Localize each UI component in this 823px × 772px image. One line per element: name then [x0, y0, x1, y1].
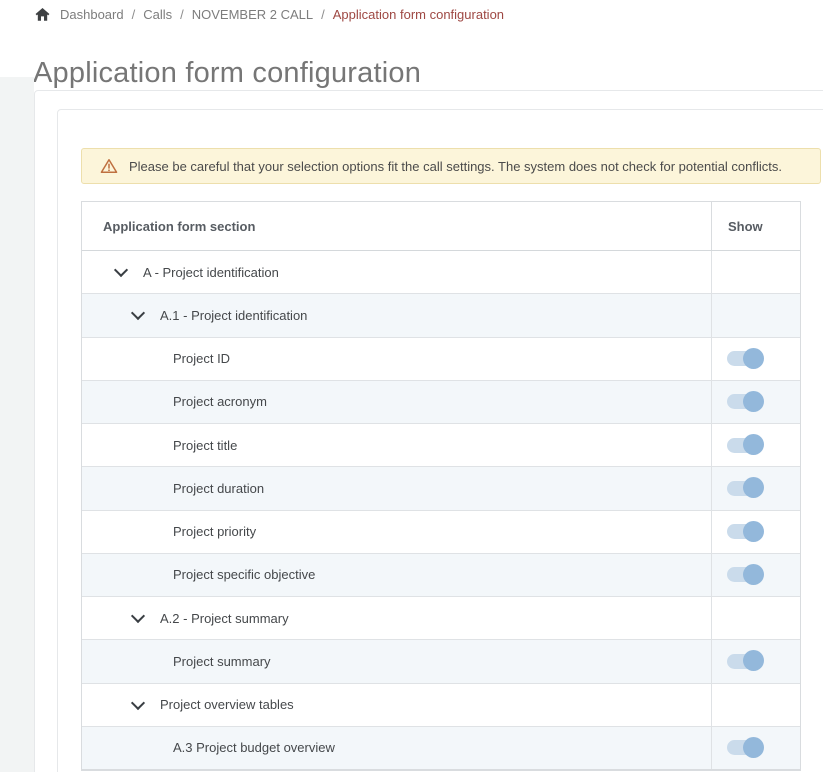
toggle-knob — [743, 348, 764, 369]
row-show-cell — [711, 554, 800, 596]
page-title: Application form configuration — [33, 57, 421, 90]
row-show-cell — [711, 597, 800, 639]
row-label: A.3 Project budget overview — [173, 740, 335, 755]
row-show-cell — [711, 467, 800, 509]
chevron-down-icon[interactable] — [131, 698, 144, 711]
breadcrumb-separator: / — [180, 7, 184, 22]
show-toggle[interactable] — [727, 524, 760, 539]
row-label: A.2 - Project summary — [160, 611, 289, 626]
row-label: Project ID — [173, 351, 230, 366]
row-section-cell: A.1 - Project identification — [82, 294, 711, 336]
row-section-cell: Project priority — [82, 511, 711, 553]
table-row[interactable]: A.2 - Project summary — [82, 597, 800, 640]
page: Dashboard / Calls / NOVEMBER 2 CALL / Applicat… — [0, 0, 823, 772]
show-toggle[interactable] — [727, 740, 760, 755]
row-section-cell: Project duration — [82, 467, 711, 509]
column-header-show: Show — [711, 202, 800, 250]
row-label: Project title — [173, 438, 237, 453]
row-show-cell — [711, 727, 800, 769]
breadcrumb-item[interactable]: Dashboard — [60, 7, 124, 22]
row-show-cell — [711, 294, 800, 336]
table-row: Project summary — [82, 640, 800, 683]
row-label: Project specific objective — [173, 567, 315, 582]
table-row[interactable]: Project overview tables — [82, 684, 800, 727]
home-icon[interactable] — [35, 7, 50, 22]
form-config-panel: Please be careful that your selection op… — [57, 109, 823, 772]
row-section-cell: Project title — [82, 424, 711, 466]
chevron-down-icon[interactable] — [131, 612, 144, 625]
show-toggle[interactable] — [727, 654, 760, 669]
toggle-knob — [743, 650, 764, 671]
row-section-cell: A - Project identification — [82, 251, 711, 293]
toggle-knob — [743, 477, 764, 498]
content-card: Please be careful that your selection op… — [34, 90, 823, 772]
table-row: Project acronym — [82, 381, 800, 424]
row-section-cell: Project acronym — [82, 381, 711, 423]
show-toggle[interactable] — [727, 567, 760, 582]
row-section-cell: A.2 - Project summary — [82, 597, 711, 639]
row-show-cell — [711, 684, 800, 726]
show-toggle[interactable] — [727, 438, 760, 453]
toggle-knob — [743, 391, 764, 412]
row-show-cell — [711, 424, 800, 466]
toggle-knob — [743, 737, 764, 758]
breadcrumb-items: Dashboard / Calls / NOVEMBER 2 CALL / Applicat… — [60, 7, 504, 22]
breadcrumb-item[interactable]: NOVEMBER 2 CALL — [192, 7, 313, 22]
show-toggle[interactable] — [727, 481, 760, 496]
warning-alert-text: Please be careful that your selection op… — [129, 159, 782, 174]
table-row: Project title — [82, 424, 800, 467]
row-show-cell — [711, 640, 800, 682]
toggle-knob — [743, 434, 764, 455]
left-rail — [0, 77, 34, 772]
row-section-cell: Project overview tables — [82, 684, 711, 726]
row-show-cell — [711, 511, 800, 553]
row-label: Project overview tables — [160, 697, 294, 712]
chevron-down-icon[interactable] — [114, 266, 127, 279]
row-section-cell: Project specific objective — [82, 554, 711, 596]
show-toggle[interactable] — [727, 351, 760, 366]
table-row: Project specific objective — [82, 554, 800, 597]
chevron-down-icon[interactable] — [131, 309, 144, 322]
table-row: Project ID — [82, 338, 800, 381]
breadcrumb-separator: / — [132, 7, 136, 22]
row-label: Project summary — [173, 654, 271, 669]
row-section-cell: Project ID — [82, 338, 711, 380]
warning-triangle-icon — [100, 158, 118, 174]
table-row: Project priority — [82, 511, 800, 554]
row-section-cell: A.3 Project budget overview — [82, 727, 711, 769]
breadcrumb-separator: / — [321, 7, 325, 22]
row-label: Project priority — [173, 524, 256, 539]
row-label: Project acronym — [173, 394, 267, 409]
table-body: A - Project identification A.1 - Project… — [82, 251, 800, 770]
table-row: A.3 Project budget overview — [82, 727, 800, 770]
row-show-cell — [711, 338, 800, 380]
row-show-cell — [711, 251, 800, 293]
row-label: A - Project identification — [143, 265, 279, 280]
show-toggle[interactable] — [727, 394, 760, 409]
row-show-cell — [711, 381, 800, 423]
breadcrumb-item: Application form configuration — [333, 7, 504, 22]
table-header-row: Application form section Show — [82, 202, 800, 251]
table-row: Project duration — [82, 467, 800, 510]
warning-alert: Please be careful that your selection op… — [81, 148, 821, 184]
toggle-knob — [743, 564, 764, 585]
row-label: Project duration — [173, 481, 264, 496]
row-section-cell: Project summary — [82, 640, 711, 682]
toggle-knob — [743, 521, 764, 542]
table-row[interactable]: A - Project identification — [82, 251, 800, 294]
application-form-table: Application form section Show A - Projec… — [81, 201, 801, 771]
column-header-section: Application form section — [82, 202, 711, 250]
row-label: A.1 - Project identification — [160, 308, 307, 323]
table-row[interactable]: A.1 - Project identification — [82, 294, 800, 337]
breadcrumb: Dashboard / Calls / NOVEMBER 2 CALL / Applicat… — [35, 7, 504, 22]
breadcrumb-item[interactable]: Calls — [143, 7, 172, 22]
